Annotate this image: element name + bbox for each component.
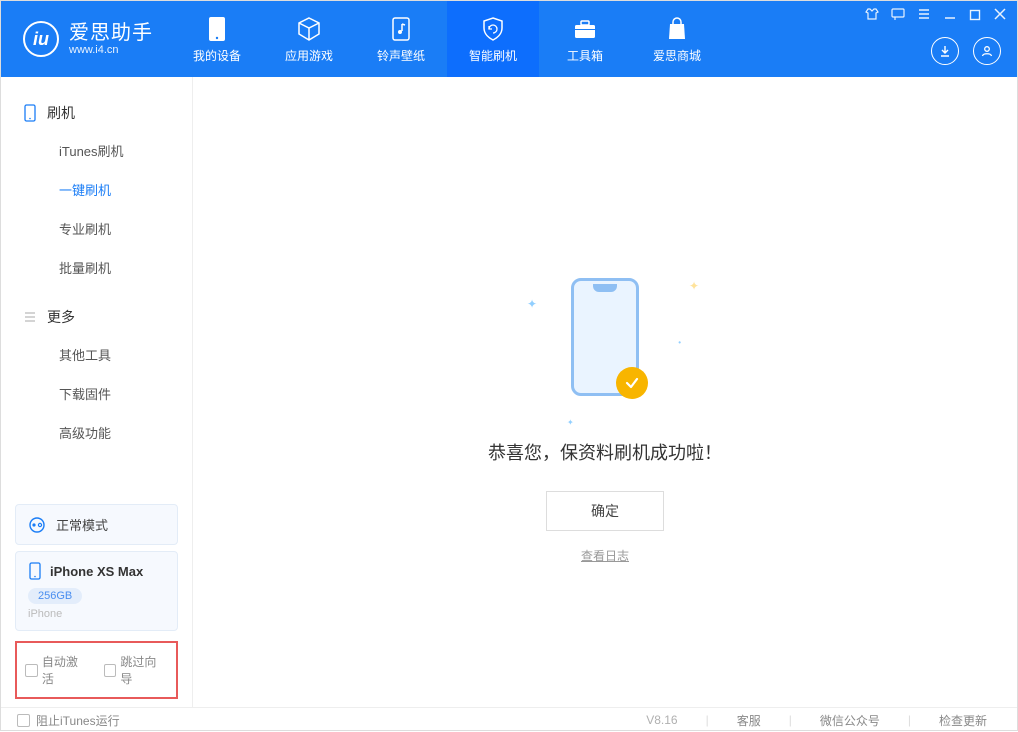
account-button[interactable] bbox=[973, 37, 1001, 65]
checkbox-icon[interactable] bbox=[17, 714, 30, 727]
sidebar-item-oneclick-flash[interactable]: 一键刷机 bbox=[1, 170, 192, 209]
tab-ringtones[interactable]: 铃声壁纸 bbox=[355, 1, 447, 77]
sidebar-item-batch-flash[interactable]: 批量刷机 bbox=[1, 248, 192, 287]
maximize-icon[interactable] bbox=[969, 8, 981, 26]
sidebar-item-advanced[interactable]: 高级功能 bbox=[1, 413, 192, 452]
checkbox-label: 自动激活 bbox=[42, 653, 90, 687]
device-icon bbox=[203, 15, 231, 43]
block-itunes-label[interactable]: 阻止iTunes运行 bbox=[36, 712, 120, 729]
tab-smart-flash[interactable]: 智能刷机 bbox=[447, 1, 539, 77]
tab-label: 我的设备 bbox=[193, 47, 241, 64]
sidebar-group-label: 刷机 bbox=[47, 103, 75, 123]
tab-label: 智能刷机 bbox=[469, 47, 517, 64]
sparkle-icon: ✦ bbox=[527, 297, 537, 311]
minimize-icon[interactable] bbox=[943, 7, 957, 26]
sidebar-group-flash: 刷机 bbox=[1, 95, 192, 131]
tab-label: 铃声壁纸 bbox=[377, 47, 425, 64]
device-mode-box[interactable]: 正常模式 bbox=[15, 504, 178, 545]
success-illustration: ✦ ✦ ✦ • bbox=[545, 267, 665, 407]
device-name-label: iPhone XS Max bbox=[50, 564, 143, 579]
tab-label: 工具箱 bbox=[567, 47, 603, 64]
app-header: iu 爱思助手 www.i4.cn 我的设备 应用游戏 铃声壁纸 bbox=[1, 1, 1017, 77]
download-button[interactable] bbox=[931, 37, 959, 65]
skin-icon[interactable] bbox=[865, 7, 879, 26]
highlighted-options-row: 自动激活 跳过向导 bbox=[15, 641, 178, 699]
phone-icon bbox=[23, 104, 37, 122]
checkbox-icon bbox=[104, 664, 117, 677]
phone-illustration-icon bbox=[571, 278, 639, 396]
checkbox-icon bbox=[25, 664, 38, 677]
tab-toolbox[interactable]: 工具箱 bbox=[539, 1, 631, 77]
support-link[interactable]: 客服 bbox=[723, 712, 775, 729]
device-info-box[interactable]: iPhone XS Max 256GB iPhone bbox=[15, 551, 178, 631]
success-message: 恭喜您，保资料刷机成功啦！ bbox=[488, 439, 722, 465]
sidebar-item-download-firmware[interactable]: 下载固件 bbox=[1, 374, 192, 413]
feedback-icon[interactable] bbox=[891, 7, 905, 26]
mode-icon bbox=[28, 516, 46, 534]
tab-label: 应用游戏 bbox=[285, 47, 333, 64]
check-badge-icon bbox=[616, 367, 648, 399]
version-label: V8.16 bbox=[632, 713, 691, 727]
main-content: ✦ ✦ ✦ • 恭喜您，保资料刷机成功啦！ 确定 查看日志 bbox=[193, 77, 1017, 707]
shield-refresh-icon bbox=[479, 15, 507, 43]
wechat-link[interactable]: 微信公众号 bbox=[806, 712, 894, 729]
close-icon[interactable] bbox=[993, 7, 1007, 26]
music-file-icon bbox=[387, 15, 415, 43]
sparkle-icon: ✦ bbox=[689, 279, 699, 293]
logo-title: 爱思助手 bbox=[69, 22, 153, 44]
logo: iu 爱思助手 www.i4.cn bbox=[1, 1, 171, 77]
checkbox-auto-activate[interactable]: 自动激活 bbox=[25, 653, 90, 687]
check-update-link[interactable]: 检查更新 bbox=[925, 712, 1001, 729]
sidebar-item-other-tools[interactable]: 其他工具 bbox=[1, 335, 192, 374]
view-log-link[interactable]: 查看日志 bbox=[581, 547, 629, 564]
sparkle-icon: ✦ bbox=[567, 418, 574, 427]
logo-subtitle: www.i4.cn bbox=[69, 44, 153, 56]
sidebar-item-pro-flash[interactable]: 专业刷机 bbox=[1, 209, 192, 248]
sidebar-group-label: 更多 bbox=[47, 307, 75, 327]
nav-tabs: 我的设备 应用游戏 铃声壁纸 智能刷机 工具箱 bbox=[171, 1, 723, 77]
tab-store[interactable]: 爱思商城 bbox=[631, 1, 723, 77]
device-type-label: iPhone bbox=[28, 608, 165, 620]
sparkle-icon: • bbox=[678, 338, 681, 347]
device-phone-icon bbox=[28, 562, 42, 580]
sidebar: 刷机 iTunes刷机 一键刷机 专业刷机 批量刷机 更多 其他工具 下载固件 … bbox=[1, 77, 193, 707]
toolbox-icon bbox=[571, 15, 599, 43]
logo-icon: iu bbox=[23, 21, 59, 57]
device-mode-label: 正常模式 bbox=[56, 515, 108, 534]
sidebar-group-more: 更多 bbox=[1, 299, 192, 335]
menu-icon[interactable] bbox=[917, 7, 931, 26]
device-storage-pill: 256GB bbox=[28, 588, 82, 604]
window-controls bbox=[865, 7, 1007, 26]
shopping-bag-icon bbox=[663, 15, 691, 43]
tab-my-device[interactable]: 我的设备 bbox=[171, 1, 263, 77]
cube-icon bbox=[295, 15, 323, 43]
tab-label: 爱思商城 bbox=[653, 47, 701, 64]
checkbox-skip-guide[interactable]: 跳过向导 bbox=[104, 653, 169, 687]
tab-apps-games[interactable]: 应用游戏 bbox=[263, 1, 355, 77]
ok-button[interactable]: 确定 bbox=[546, 491, 664, 531]
sidebar-item-itunes-flash[interactable]: iTunes刷机 bbox=[1, 131, 192, 170]
checkbox-label: 跳过向导 bbox=[120, 653, 168, 687]
status-bar: 阻止iTunes运行 V8.16 | 客服 | 微信公众号 | 检查更新 bbox=[1, 707, 1017, 732]
list-icon bbox=[23, 310, 37, 324]
